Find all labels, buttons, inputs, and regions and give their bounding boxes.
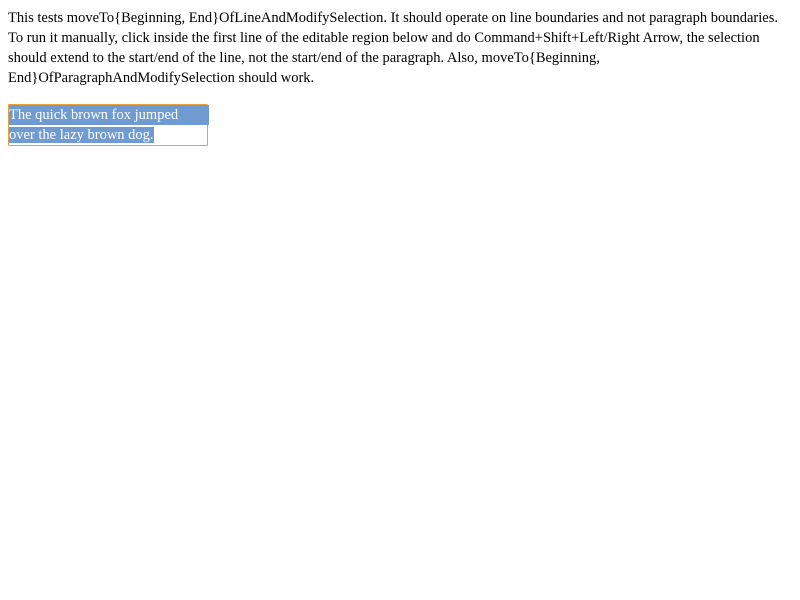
page: This tests moveTo{Beginning, End}OfLineA…	[0, 0, 800, 600]
test-description: This tests moveTo{Beginning, End}OfLineA…	[8, 10, 778, 86]
selected-text-line-2: over the lazy brown dog.	[9, 127, 154, 143]
editable-line-1[interactable]: The quick brown fox jumped	[9, 105, 209, 125]
editable-line-2[interactable]: over the lazy brown dog.	[9, 125, 205, 145]
editable-region[interactable]: The quick brown fox jumped over the lazy…	[8, 104, 209, 146]
selected-text-line-1: The quick brown fox jumped	[9, 107, 179, 123]
